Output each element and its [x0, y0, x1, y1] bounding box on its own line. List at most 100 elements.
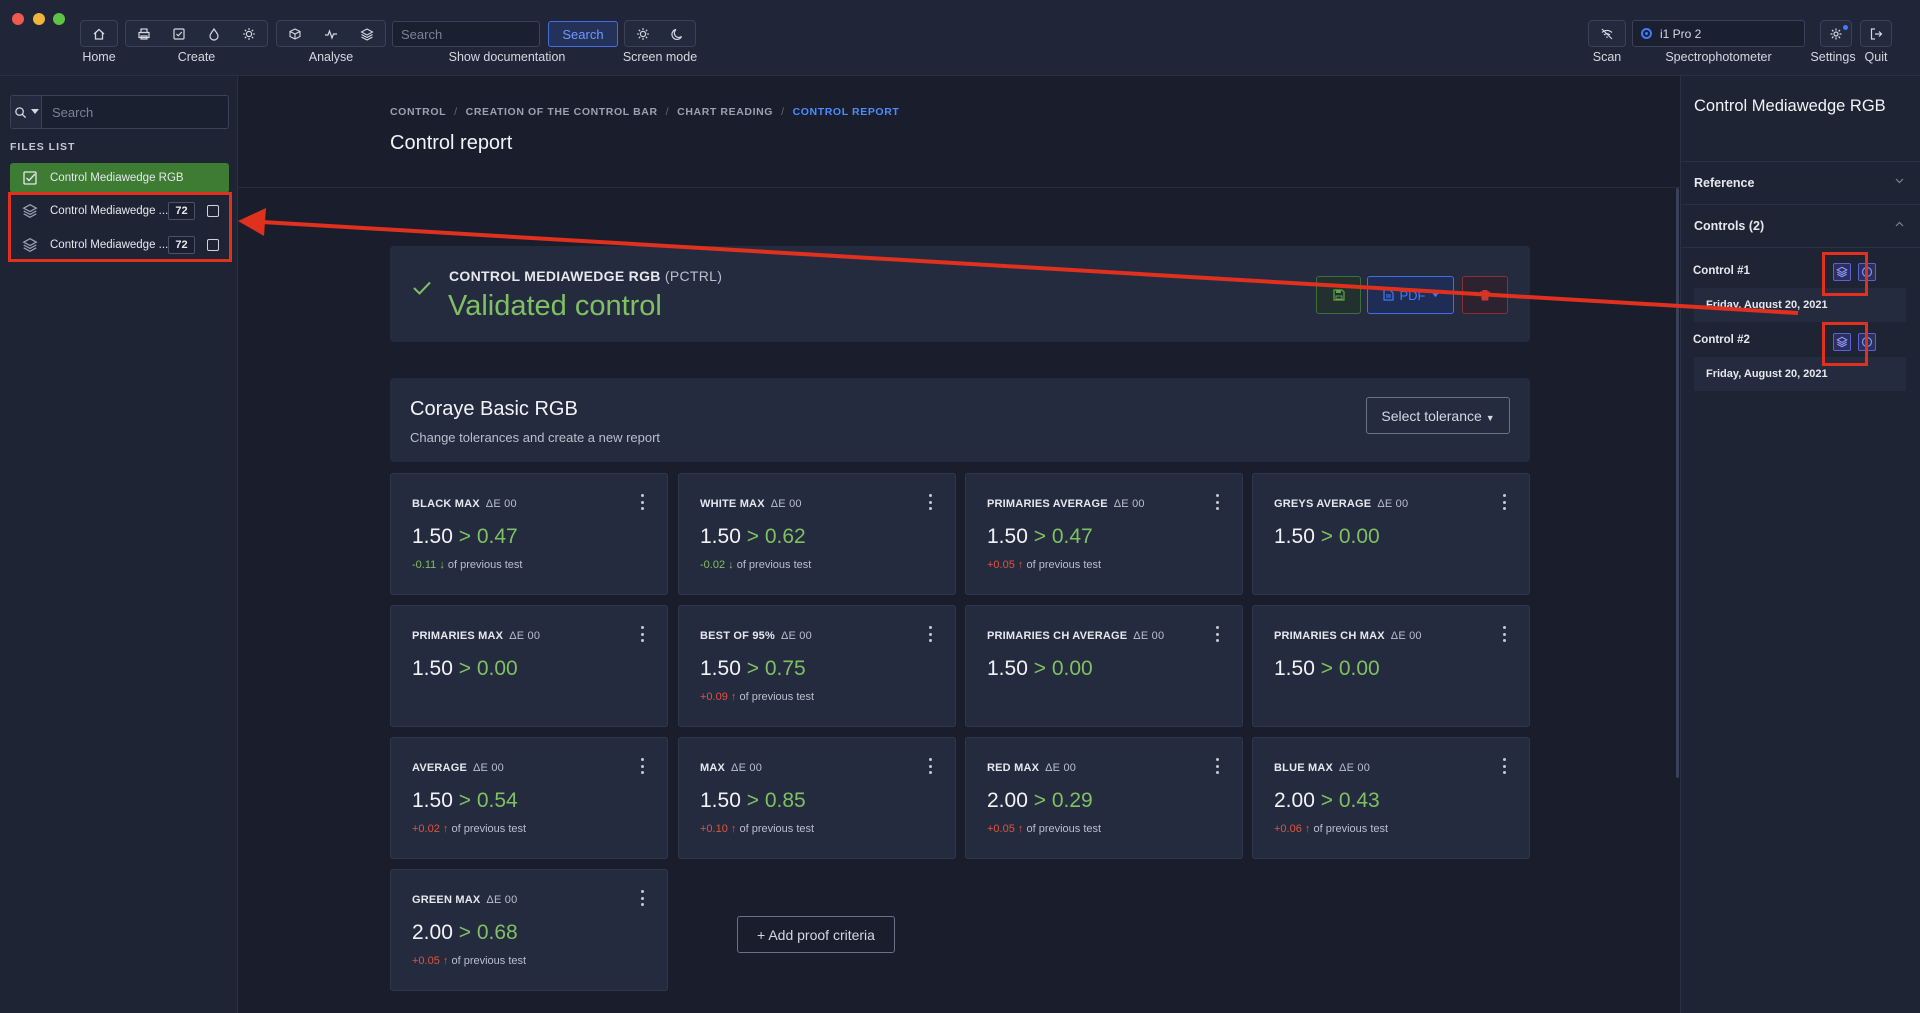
- select-tolerance-dropdown[interactable]: Select tolerance ▼: [1366, 397, 1510, 434]
- sun-icon[interactable]: [236, 24, 262, 44]
- criteria-title: WHITE MAX ΔE 00: [700, 498, 802, 510]
- tolerance-value: 1.50: [700, 657, 741, 680]
- kebab-menu-icon[interactable]: [637, 758, 647, 774]
- kebab-menu-icon[interactable]: [925, 494, 935, 510]
- criteria-delta: -0.02 ↓ of previous test: [700, 559, 811, 571]
- file-item[interactable]: Control Mediawedge ... 72: [10, 196, 229, 226]
- spectrophotometer-select[interactable]: i1 Pro 2: [1632, 20, 1805, 47]
- logout-icon[interactable]: [1863, 24, 1889, 44]
- drop-icon[interactable]: [201, 24, 227, 44]
- cube-icon[interactable]: [282, 24, 308, 44]
- delta-value: +0.02: [412, 823, 440, 835]
- toolbar-search-button[interactable]: Search: [548, 21, 618, 47]
- criteria-title: AVERAGE ΔE 00: [412, 762, 504, 774]
- kebab-menu-icon[interactable]: [637, 626, 647, 642]
- delta-value: +0.09: [700, 691, 728, 703]
- kebab-menu-icon[interactable]: [1212, 626, 1222, 642]
- create-toolbar-group: [125, 20, 268, 47]
- layers-icon[interactable]: [1833, 263, 1851, 281]
- checklist-icon[interactable]: [166, 24, 192, 44]
- criteria-unit: ΔE 00: [509, 630, 541, 642]
- compare-icon[interactable]: [1858, 333, 1876, 351]
- kebab-menu-icon[interactable]: [1499, 626, 1509, 642]
- home-icon[interactable]: [86, 24, 112, 44]
- criteria-card: BEST OF 95% ΔE 00 1.50 > 0.75 +0.09 ↑ of pr…: [678, 605, 956, 727]
- files-list-title: FILES LIST: [10, 141, 76, 153]
- annotation-arrow: [238, 208, 1799, 315]
- criteria-name: BEST OF 95%: [700, 630, 775, 642]
- kebab-menu-icon[interactable]: [637, 890, 647, 906]
- show-documentation-link[interactable]: Show documentation: [392, 50, 622, 64]
- criteria-value: 1.50 > 0.00: [1274, 525, 1380, 549]
- breadcrumb-item[interactable]: CREATION OF THE CONTROL BAR: [466, 106, 658, 118]
- file-checkbox[interactable]: [207, 205, 219, 217]
- scan-label: Scan: [1592, 50, 1622, 64]
- kebab-menu-icon[interactable]: [1499, 494, 1509, 510]
- delta-suffix: of previous test: [1026, 823, 1102, 835]
- criteria-unit: ΔE 00: [472, 762, 504, 774]
- kebab-menu-icon[interactable]: [925, 758, 935, 774]
- control-item-label: Control #1: [1693, 265, 1750, 277]
- kebab-menu-icon[interactable]: [1499, 758, 1509, 774]
- criteria-card: PRIMARIES MAX ΔE 00 1.50 > 0.00: [390, 605, 668, 727]
- scrollbar[interactable]: [1676, 188, 1679, 778]
- search-filter-dropdown[interactable]: [11, 96, 42, 128]
- reference-section-header[interactable]: Reference: [1680, 161, 1920, 203]
- delta-suffix: of previous test: [739, 691, 815, 703]
- layers-icon: [10, 237, 50, 253]
- kebab-menu-icon[interactable]: [925, 626, 935, 642]
- delete-button[interactable]: [1462, 276, 1508, 314]
- pdf-export-button[interactable]: PDF: [1367, 276, 1454, 314]
- tolerance-value: 1.50: [700, 789, 741, 812]
- file-item[interactable]: Control Mediawedge ... 72: [10, 230, 229, 260]
- kebab-menu-icon[interactable]: [1212, 758, 1222, 774]
- pulse-icon[interactable]: [318, 24, 344, 44]
- add-proof-criteria-button[interactable]: + Add proof criteria: [737, 916, 895, 953]
- files-search-input[interactable]: [42, 96, 228, 128]
- layers-icon[interactable]: [1833, 333, 1851, 351]
- result-value: > 0.00: [458, 657, 518, 680]
- moon-icon[interactable]: [665, 24, 691, 44]
- criteria-value: 1.50 > 0.47: [987, 525, 1093, 549]
- file-checkbox[interactable]: [207, 239, 219, 251]
- save-button[interactable]: [1316, 276, 1361, 314]
- result-value: > 0.00: [1033, 657, 1093, 680]
- kebab-menu-icon[interactable]: [637, 494, 647, 510]
- arrow-up-icon: ↑: [1014, 823, 1024, 835]
- criteria-title: RED MAX ΔE 00: [987, 762, 1076, 774]
- criteria-card: WHITE MAX ΔE 00 1.50 > 0.62 -0.02 ↓ of prev…: [678, 473, 956, 595]
- criteria-title: BLACK MAX ΔE 00: [412, 498, 517, 510]
- toolbar-search-input[interactable]: [392, 21, 540, 47]
- kebab-menu-icon[interactable]: [1212, 494, 1222, 510]
- result-value: > 0.43: [1320, 789, 1380, 812]
- arrow-up-icon: ↑: [1301, 823, 1311, 835]
- layers-icon[interactable]: [354, 24, 380, 44]
- tolerance-value: 1.50: [412, 789, 453, 812]
- result-value: > 0.29: [1033, 789, 1093, 812]
- wifi-off-icon[interactable]: [1594, 24, 1620, 44]
- result-value: > 0.75: [746, 657, 806, 680]
- printer-icon[interactable]: [131, 24, 157, 44]
- arrow-up-icon: ↑: [439, 955, 449, 967]
- window-maximize-button[interactable]: [53, 13, 65, 25]
- compare-icon[interactable]: [1858, 263, 1876, 281]
- criteria-name: PRIMARIES CH AVERAGE: [987, 630, 1128, 642]
- criteria-name: PRIMARIES AVERAGE: [987, 498, 1108, 510]
- criteria-unit: ΔE 00: [770, 498, 802, 510]
- breadcrumb: CONTROL / CREATION OF THE CONTROL BAR / …: [390, 106, 899, 118]
- criteria-value: 1.50 > 0.75: [700, 657, 806, 681]
- quit-toolbar-group: [1860, 20, 1892, 47]
- breadcrumb-item[interactable]: CHART READING: [677, 106, 773, 118]
- arrow-up-icon: ↑: [727, 823, 737, 835]
- screen-mode-toolbar-group: [624, 20, 696, 47]
- sun-icon[interactable]: [630, 24, 656, 44]
- breadcrumb-item[interactable]: CONTROL: [390, 106, 446, 118]
- delta-suffix: of previous test: [1026, 559, 1102, 571]
- result-value: > 0.47: [458, 525, 518, 548]
- window-close-button[interactable]: [12, 13, 24, 25]
- gear-icon[interactable]: [1823, 24, 1849, 44]
- criteria-delta: +0.02 ↑ of previous test: [412, 823, 526, 835]
- window-minimize-button[interactable]: [33, 13, 45, 25]
- controls-section-header[interactable]: Controls (2): [1680, 204, 1920, 246]
- file-item[interactable]: Control Mediawedge RGB: [10, 163, 229, 193]
